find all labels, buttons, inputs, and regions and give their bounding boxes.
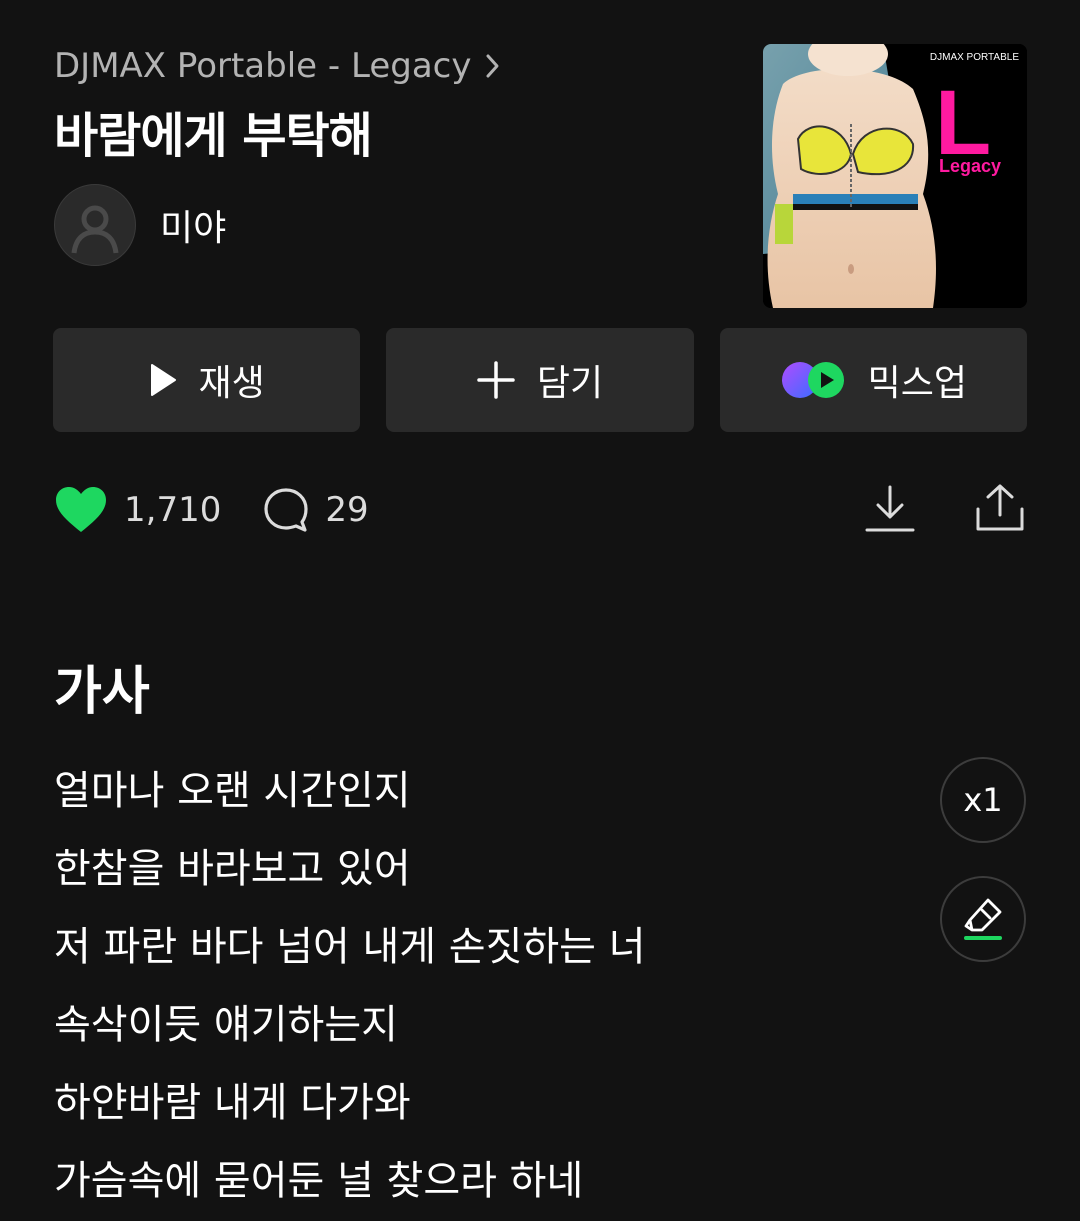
lyrics-speed-button[interactable]: x1 — [940, 757, 1026, 843]
like-count: 1,710 — [124, 490, 222, 530]
artist-link[interactable]: 미야 — [54, 184, 226, 266]
album-cover[interactable]: DJMAX PORTABLE L Legacy — [763, 44, 1027, 308]
play-button[interactable]: 재생 — [53, 328, 361, 432]
avatar — [54, 184, 136, 266]
action-buttons: 재생 담기 믹스업 — [53, 328, 1027, 432]
comment-count: 29 — [325, 490, 369, 530]
lyrics-list: 얼마나 오랜 시간인지 한참을 바라보고 있어 저 파란 바다 넘어 내게 손짓… — [54, 752, 646, 1220]
download-button[interactable] — [864, 480, 916, 536]
like-button[interactable]: 1,710 — [54, 486, 221, 534]
play-icon — [149, 363, 177, 397]
chevron-right-icon — [485, 52, 501, 80]
comment-button[interactable]: 29 — [263, 487, 369, 533]
comment-icon — [263, 487, 309, 533]
mixup-icon — [780, 360, 846, 400]
heart-icon — [54, 486, 108, 534]
cover-brand-text: DJMAX PORTABLE — [930, 52, 1019, 63]
lyric-line: 한참을 바라보고 있어 — [54, 846, 411, 892]
mixup-button[interactable]: 믹스업 — [719, 328, 1027, 432]
lyric-line: 얼마나 오랜 시간인지 — [54, 768, 411, 814]
lyric-line: 속삭이듯 얘기하는지 — [54, 1002, 398, 1048]
lyric-line: 가슴속에 묻어둔 널 찾으라 하네 — [54, 1158, 584, 1204]
download-icon — [865, 485, 915, 532]
cover-subtitle: Legacy — [939, 156, 1001, 176]
add-label: 담기 — [536, 363, 604, 404]
lyric-line: 저 파란 바다 넘어 내게 손짓하는 너 — [54, 924, 646, 970]
album-name: DJMAX Portable - Legacy — [54, 46, 472, 86]
artist-name: 미야 — [160, 208, 227, 249]
song-stats: 1,710 29 — [54, 480, 369, 540]
lyrics-heading: 가사 — [54, 662, 150, 722]
share-button[interactable] — [974, 480, 1026, 536]
album-link[interactable]: DJMAX Portable - Legacy — [54, 42, 501, 90]
highlighter-icon — [964, 898, 1002, 940]
play-label: 재생 — [198, 363, 265, 404]
song-tools — [864, 480, 1026, 536]
mixup-label: 믹스업 — [867, 363, 967, 404]
user-placeholder-icon — [71, 205, 119, 254]
plus-icon — [477, 361, 515, 399]
add-button[interactable]: 담기 — [386, 328, 694, 432]
speed-label: x1 — [963, 781, 1003, 819]
share-icon — [976, 484, 1024, 531]
lyric-line: 하얀바람 내게 다가와 — [54, 1080, 411, 1126]
song-title: 바람에게 부탁해 — [54, 108, 373, 164]
lyrics-highlight-button[interactable] — [940, 876, 1026, 962]
